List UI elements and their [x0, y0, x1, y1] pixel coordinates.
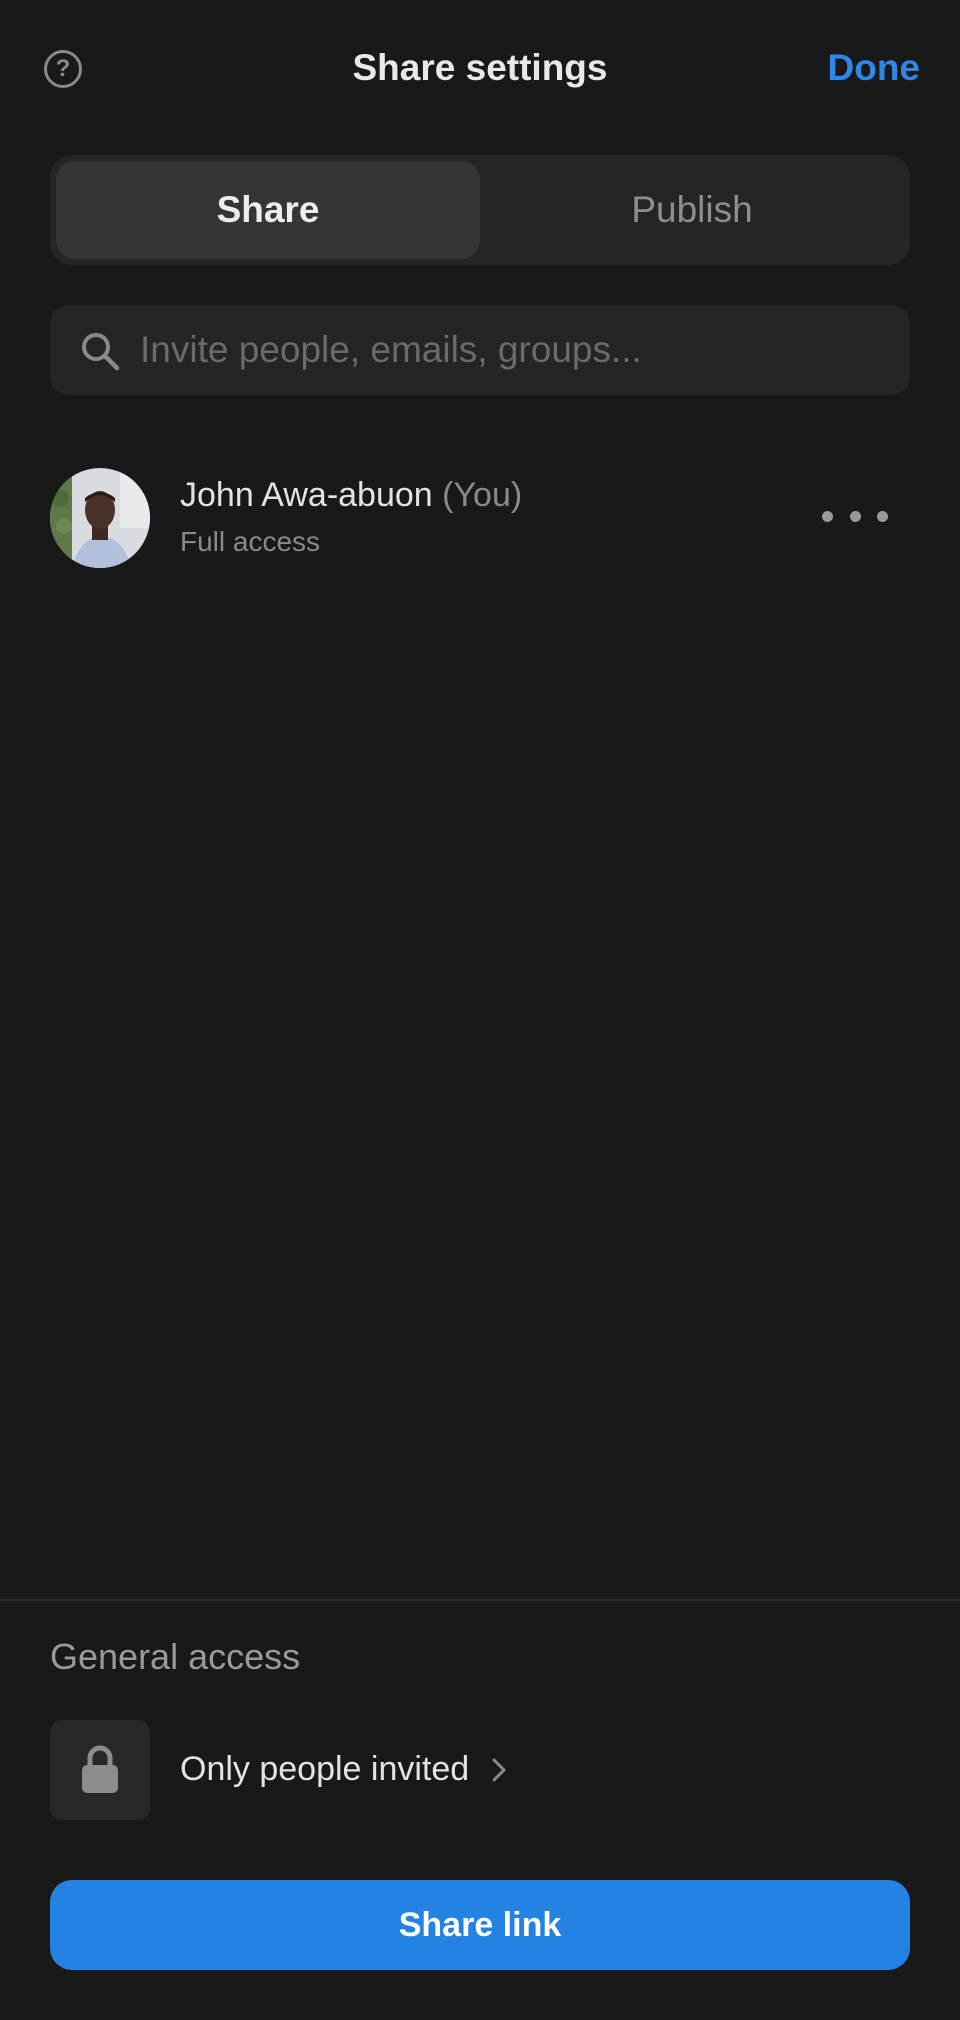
- share-link-button[interactable]: Share link: [50, 1880, 910, 1970]
- more-horizontal-icon: [877, 510, 888, 522]
- invite-search-box[interactable]: [50, 305, 910, 395]
- member-access-level: Full access: [180, 526, 321, 557]
- search-icon: [82, 333, 120, 371]
- done-button[interactable]: Done: [828, 40, 921, 96]
- general-access-option[interactable]: Only people invited: [50, 1720, 550, 1820]
- avatar: [50, 468, 150, 568]
- member-name-row: John Awa-abuon (You): [180, 476, 522, 515]
- more-horizontal-icon: [849, 510, 861, 522]
- member-more-options-button[interactable]: [822, 496, 888, 536]
- member-name: John Awa-abuon: [180, 476, 433, 514]
- lock-icon: [82, 1745, 118, 1793]
- lock-icon-container: [50, 1720, 150, 1820]
- tab-share[interactable]: Share: [56, 161, 480, 259]
- general-access-heading: General access: [50, 1636, 301, 1677]
- chevron-right-icon: [492, 1758, 506, 1782]
- more-horizontal-icon: [822, 510, 833, 522]
- member-you-tag: (You): [442, 476, 523, 514]
- invite-search-input[interactable]: [140, 305, 880, 395]
- page-title: Share settings: [352, 47, 608, 88]
- section-divider: [0, 1599, 960, 1601]
- tab-publish[interactable]: Publish: [480, 161, 904, 259]
- general-access-label: Only people invited: [180, 1750, 470, 1788]
- share-publish-segmented-control: Share Publish: [50, 155, 910, 265]
- user-photo: [50, 468, 150, 568]
